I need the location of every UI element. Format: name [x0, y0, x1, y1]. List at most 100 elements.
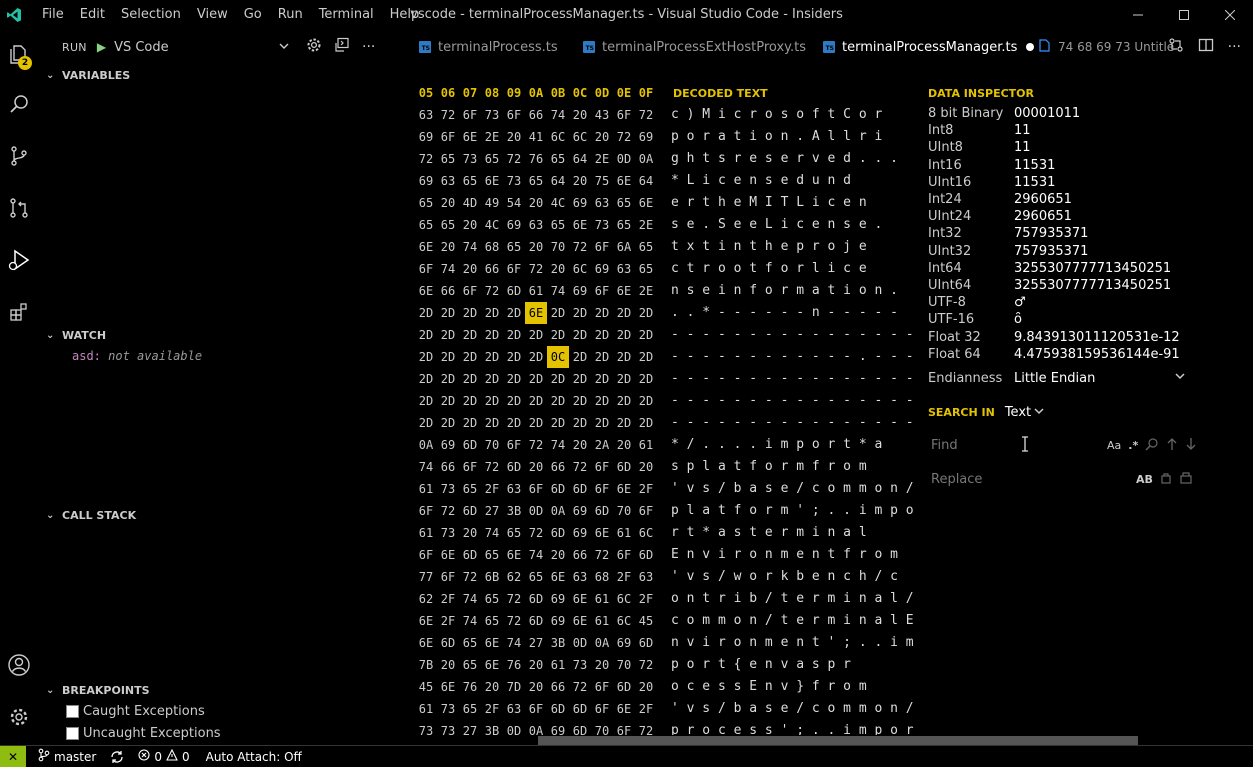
hex-byte[interactable]: 6E [459, 126, 481, 148]
menu-run[interactable]: Run [270, 0, 311, 30]
hex-byte[interactable]: 2D [635, 302, 657, 324]
hex-byte[interactable]: 2F [635, 698, 657, 720]
hex-byte[interactable]: 73 [459, 148, 481, 170]
close-icon[interactable] [1207, 0, 1253, 30]
hex-byte[interactable]: 69 [569, 500, 591, 522]
hex-byte[interactable]: 2F [635, 478, 657, 500]
hex-byte[interactable]: 4C [481, 214, 503, 236]
hex-byte[interactable]: 2D [635, 324, 657, 346]
hex-byte[interactable]: 61 [591, 610, 613, 632]
hex-byte[interactable]: 20 [459, 258, 481, 280]
hex-byte[interactable]: 61 [525, 280, 547, 302]
hex-byte[interactable]: 2F [481, 478, 503, 500]
checkbox[interactable] [66, 705, 79, 718]
binary-search-icon[interactable] [1145, 437, 1159, 454]
menu-file[interactable]: File [34, 0, 72, 30]
hex-byte[interactable]: 2D [459, 324, 481, 346]
menu-terminal[interactable]: Terminal [311, 0, 382, 30]
hex-byte[interactable]: 69 [437, 434, 459, 456]
hex-byte[interactable]: 6F [525, 698, 547, 720]
hex-byte[interactable]: 20 [569, 434, 591, 456]
hex-byte[interactable]: 73 [569, 654, 591, 676]
branch-indicator[interactable]: master [38, 748, 96, 765]
variables-section[interactable]: ⌄ VARIABLES [38, 64, 405, 86]
find-input[interactable]: Find [928, 438, 1100, 453]
hex-byte[interactable]: 2D [503, 390, 525, 412]
watch-expression[interactable]: asd: not available [72, 349, 202, 363]
hex-byte[interactable]: 20 [547, 544, 569, 566]
hex-byte[interactable]: 70 [613, 654, 635, 676]
hex-byte[interactable]: 20 [591, 654, 613, 676]
hex-byte[interactable]: 66 [547, 676, 569, 698]
hex-byte[interactable]: 20 [635, 456, 657, 478]
hex-byte[interactable]: 65 [635, 258, 657, 280]
call-stack-section[interactable]: ⌄ CALL STACK [38, 504, 405, 526]
hex-byte[interactable]: 6E [613, 478, 635, 500]
hex-byte[interactable]: 3B [481, 720, 503, 735]
hex-byte[interactable]: 64 [635, 170, 657, 192]
menu-edit[interactable]: Edit [72, 0, 113, 30]
compare-changes-icon[interactable] [1168, 37, 1184, 57]
run-debug-icon[interactable] [0, 238, 38, 282]
hex-byte[interactable]: 3B [547, 632, 569, 654]
hex-byte[interactable]: 63 [569, 566, 591, 588]
hex-byte[interactable]: 2D [635, 412, 657, 434]
tab-untitled-hex[interactable]: 74 68 69 73 Untitle [1039, 30, 1174, 64]
hex-byte[interactable]: 6F [415, 258, 437, 280]
hex-byte[interactable]: 73 [437, 720, 459, 735]
hex-byte[interactable]: 2D [503, 302, 525, 324]
hex-byte[interactable]: 2D [635, 368, 657, 390]
hex-byte[interactable]: 6F [591, 280, 613, 302]
hex-byte[interactable]: 6D [569, 720, 591, 735]
hex-byte[interactable]: 6F [613, 104, 635, 126]
hex-byte[interactable]: 6E [613, 170, 635, 192]
endianness-select[interactable]: Little Endian [1014, 371, 1174, 386]
hex-byte[interactable]: 2D [459, 368, 481, 390]
hex-byte[interactable]: 45 [635, 610, 657, 632]
hex-byte[interactable]: 2A [591, 434, 613, 456]
hex-byte[interactable]: 2E [635, 280, 657, 302]
hex-byte[interactable]: 72 [525, 522, 547, 544]
files-icon[interactable]: 2 [0, 32, 38, 76]
hex-byte[interactable]: 6E [547, 566, 569, 588]
hex-byte[interactable]: 65 [525, 170, 547, 192]
hex-byte[interactable]: 2D [591, 368, 613, 390]
hex-byte[interactable]: 66 [569, 544, 591, 566]
minimize-icon[interactable] [1115, 0, 1161, 30]
hex-byte[interactable]: 2D [415, 302, 437, 324]
hex-byte[interactable]: 2D [613, 412, 635, 434]
hex-byte[interactable]: 2D [591, 412, 613, 434]
hex-byte[interactable]: 65 [481, 588, 503, 610]
hex-byte[interactable]: 2F [613, 566, 635, 588]
menu-help[interactable]: Help [382, 0, 428, 30]
hex-byte[interactable]: 6C [547, 126, 569, 148]
remote-icon[interactable]: ✕ [0, 745, 26, 767]
hex-byte[interactable]: 6E [481, 170, 503, 192]
hex-byte[interactable]: 2D [569, 346, 591, 368]
hex-editor[interactable]: 05 06 07 08 09 0A 0B 0C 0D 0E 0F DECODED TEXT 63 72… [405, 80, 920, 735]
hex-byte[interactable]: 72 [635, 654, 657, 676]
hex-byte[interactable]: 6D [613, 456, 635, 478]
hex-byte[interactable]: 72 [481, 456, 503, 478]
hex-byte[interactable]: 66 [481, 258, 503, 280]
hex-byte[interactable]: 63 [613, 258, 635, 280]
hex-byte[interactable]: 20 [613, 434, 635, 456]
hex-byte[interactable]: 70 [613, 500, 635, 522]
sync-icon[interactable] [110, 750, 124, 764]
hex-byte[interactable]: 72 [569, 236, 591, 258]
hex-byte[interactable]: 6B [481, 566, 503, 588]
hex-byte[interactable]: 2D [459, 412, 481, 434]
breakpoints-section[interactable]: ⌄ BREAKPOINTS [38, 679, 405, 701]
hex-byte[interactable]: 20 [437, 192, 459, 214]
hex-byte[interactable]: 2D [613, 346, 635, 368]
hex-byte[interactable]: 74 [547, 280, 569, 302]
tab-terminal-process[interactable]: TS terminalProcess.ts [419, 30, 558, 64]
hex-byte[interactable]: 6D [613, 676, 635, 698]
hex-byte[interactable]: 2D [415, 412, 437, 434]
hex-byte[interactable]: 41 [525, 126, 547, 148]
hex-byte[interactable]: 6C [613, 610, 635, 632]
hex-byte[interactable]: 64 [569, 148, 591, 170]
hex-byte[interactable]: 27 [459, 720, 481, 735]
hex-byte[interactable]: 20 [569, 104, 591, 126]
hex-byte[interactable]: 6F [613, 544, 635, 566]
